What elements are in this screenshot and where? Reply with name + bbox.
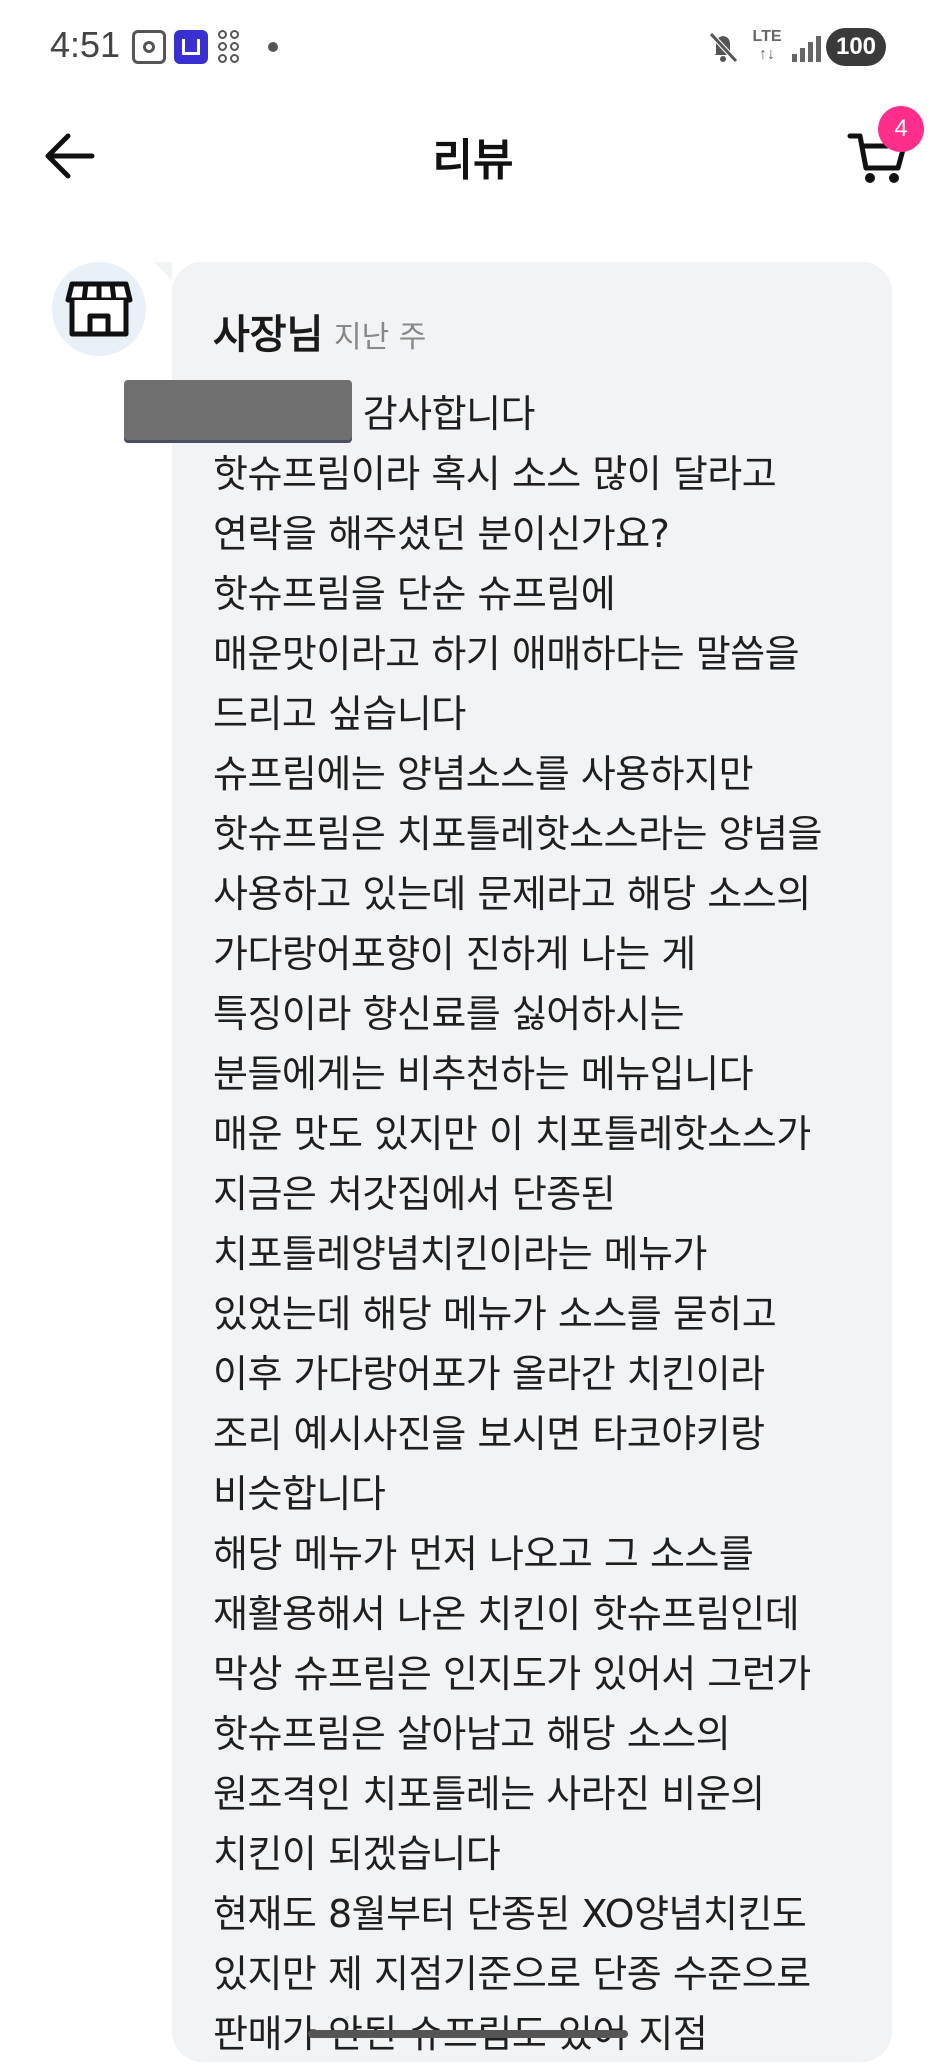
reply-author: 사장님 xyxy=(213,312,324,358)
lte-icon: LTE ↑↓ xyxy=(752,28,782,63)
signal-icon xyxy=(790,30,824,64)
cart-count-badge: 4 xyxy=(878,106,924,152)
home-indicator[interactable] xyxy=(308,2030,628,2038)
notification-dot-icon xyxy=(268,42,278,52)
page-title: 리뷰 xyxy=(432,135,514,186)
store-avatar xyxy=(52,262,146,356)
mute-icon xyxy=(709,32,738,63)
status-bar: 4:51 LTE ↑↓ 100 xyxy=(0,0,946,96)
status-time: 4:51 xyxy=(50,24,121,65)
reply-timestamp: 지난 주 xyxy=(334,320,427,355)
storefront-icon xyxy=(65,281,133,337)
header: 리뷰 xyxy=(0,96,946,216)
redacted-username xyxy=(124,380,352,440)
screen-capture-icon xyxy=(132,30,166,64)
reply-text: 님, 리뷰 감사합니다 핫슈프림이라 혹시 소스 많이 달라고 연락을 해주셨던… xyxy=(213,392,822,2056)
battery-icon: 100 xyxy=(826,28,886,66)
grid-app-icon xyxy=(218,30,248,64)
home-app-icon xyxy=(174,30,208,64)
